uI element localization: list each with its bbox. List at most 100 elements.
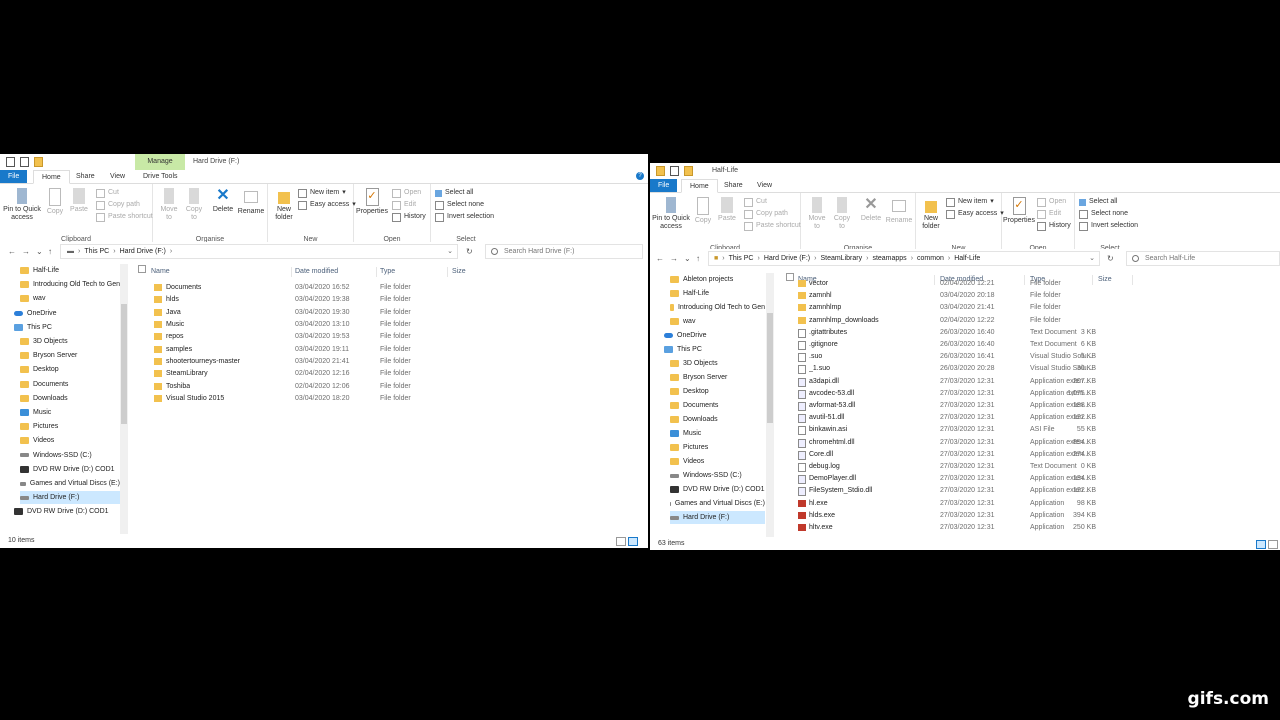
file-row[interactable]: .suo 26/03/2020 16:41 Visual Studio Solu..…	[784, 351, 1278, 363]
nav-item[interactable]: Hard Drive (F:)	[20, 491, 120, 505]
paste-shortcut-button[interactable]: Paste shortcut	[744, 221, 801, 231]
nav-scrollbar[interactable]	[120, 264, 128, 534]
file-row[interactable]: Java 03/04/2020 19:30 File folder	[134, 307, 644, 319]
nav-item[interactable]: Documents	[670, 399, 765, 412]
nav-item[interactable]: Hard Drive (F:)	[670, 511, 765, 524]
nav-item[interactable]: Introducing Old Tech to Gen	[670, 301, 765, 314]
crumb-steamapps[interactable]: steamapps	[872, 252, 906, 265]
new-item-button[interactable]: New item ▾	[298, 188, 346, 198]
tab-share[interactable]: Share	[68, 170, 103, 183]
move-to-button[interactable]: Move to	[157, 188, 181, 222]
file-row[interactable]: Toshiba 02/04/2020 12:06 File folder	[134, 381, 644, 393]
back-arrow-icon[interactable]: ←	[656, 254, 664, 263]
up-arrow-icon[interactable]: ↑	[696, 254, 700, 263]
select-all-checkbox[interactable]	[138, 265, 146, 279]
nav-item[interactable]: Music	[20, 406, 120, 419]
nav-item[interactable]: Bryson Server	[670, 371, 765, 384]
nav-item[interactable]: Introducing Old Tech to Gen	[20, 278, 120, 291]
file-row[interactable]: hltv.exe 27/03/2020 12:31 Application 250 K…	[784, 522, 1278, 534]
back-arrow-icon[interactable]: ←	[8, 247, 16, 256]
cut-button[interactable]: Cut	[744, 197, 767, 207]
nav-item[interactable]: 3D Objects	[670, 357, 765, 370]
file-row[interactable]: repos 03/04/2020 19:53 File folder	[134, 331, 644, 343]
select-all-button[interactable]: Select all	[435, 188, 473, 198]
copy-button[interactable]: Copy	[44, 188, 66, 216]
file-row[interactable]: zamnhlmp 03/04/2020 21:41 File folder	[784, 302, 1278, 314]
rename-button[interactable]: Rename	[885, 197, 913, 225]
file-row[interactable]: Documents 03/04/2020 16:52 File folder	[134, 282, 644, 294]
history-button[interactable]: History	[1037, 221, 1071, 231]
file-row[interactable]: _1.suo 26/03/2020 20:28 Visual Studio Solu…	[784, 363, 1278, 375]
copy-to-button[interactable]: Copy to	[830, 197, 854, 231]
new-item-button[interactable]: New item ▾	[946, 197, 994, 207]
open-button[interactable]: Open	[392, 188, 421, 198]
forward-arrow-icon[interactable]: →	[670, 254, 678, 263]
nav-item[interactable]: Windows-SSD (C:)	[670, 469, 765, 482]
properties-button[interactable]: ✓ Properties	[355, 188, 389, 216]
edit-button[interactable]: Edit	[392, 200, 416, 210]
details-view-icon[interactable]	[616, 537, 626, 546]
nav-scrollbar-thumb[interactable]	[121, 304, 127, 424]
new-folder-button[interactable]: New folder	[918, 197, 944, 231]
nav-item[interactable]: wav	[20, 292, 120, 305]
file-row[interactable]: hlds.exe 27/03/2020 12:31 Application 394 K…	[784, 510, 1278, 522]
nav-item[interactable]: wav	[670, 315, 765, 328]
crumb-steamlibrary[interactable]: SteamLibrary	[820, 252, 862, 265]
nav-item[interactable]: Videos	[670, 455, 765, 468]
select-all-button[interactable]: Select all	[1079, 197, 1117, 207]
nav-item[interactable]: Music	[670, 427, 765, 440]
crumb-this-pc[interactable]: This PC	[84, 245, 109, 258]
file-row[interactable]: zamnhlmp_downloads 02/04/2020 12:22 File f…	[784, 315, 1278, 327]
file-row[interactable]: hl.exe 27/03/2020 12:31 Application 98 KB	[784, 498, 1278, 510]
nav-scrollbar[interactable]	[766, 273, 774, 537]
tab-share[interactable]: Share	[716, 179, 751, 192]
nav-item[interactable]: OneDrive	[14, 307, 120, 320]
refresh-icon[interactable]: ↻	[1107, 254, 1114, 263]
nav-item[interactable]: Games and Virtual Discs (E:)	[670, 497, 765, 510]
nav-item[interactable]: Games and Virtual Discs (E:)	[20, 477, 120, 490]
nav-item[interactable]: Documents	[20, 378, 120, 391]
file-row[interactable]: avformat-53.dll 27/03/2020 12:31 Applicati…	[784, 400, 1278, 412]
tab-file[interactable]: File	[0, 170, 28, 183]
easy-access-button[interactable]: Easy access ▾	[298, 200, 356, 210]
nav-item[interactable]: Pictures	[670, 441, 765, 454]
file-row[interactable]: SteamLibrary 02/04/2020 12:16 File folder	[134, 368, 644, 380]
paste-shortcut-button[interactable]: Paste shortcut	[96, 212, 153, 222]
file-row[interactable]: DemoPlayer.dll 27/03/2020 12:31 Applicatio…	[784, 473, 1278, 485]
nav-item[interactable]: OneDrive	[664, 329, 765, 342]
delete-button[interactable]: ✕ Delete	[210, 188, 236, 214]
nav-item[interactable]: Ableton projects	[670, 273, 765, 286]
column-divider[interactable]	[447, 267, 448, 277]
nav-item[interactable]: DVD RW Drive (D:) COD1	[14, 505, 120, 518]
help-icon[interactable]: ?	[636, 172, 644, 180]
recent-dropdown-icon[interactable]: ⌄	[684, 254, 691, 263]
search-input[interactable]: Search Half-Life	[1126, 251, 1280, 266]
tab-manage[interactable]: Manage	[135, 154, 185, 170]
nav-item[interactable]: This PC	[664, 343, 765, 356]
column-name[interactable]: Name	[151, 265, 170, 279]
pin-button[interactable]: Pin to Quick access	[652, 197, 690, 231]
invert-selection-button[interactable]: Invert selection	[1079, 221, 1138, 231]
file-row[interactable]: FileSystem_Stdio.dll 27/03/2020 12:31 Appl…	[784, 485, 1278, 497]
file-row[interactable]: binkawin.asi 27/03/2020 12:31 ASI File 55 K…	[784, 424, 1278, 436]
file-row[interactable]: .gitattributes 26/03/2020 16:40 Text Docum…	[784, 327, 1278, 339]
crumb-hard-drive[interactable]: Hard Drive (F:)	[120, 245, 166, 258]
file-row[interactable]: Visual Studio 2015 03/04/2020 18:20 File f…	[134, 393, 644, 405]
nav-item[interactable]: Half-Life	[670, 287, 765, 300]
nav-item[interactable]: This PC	[14, 321, 120, 334]
column-date-modified[interactable]: Date modified	[295, 265, 338, 279]
paste-button[interactable]: Paste	[68, 188, 90, 214]
large-icons-view-icon[interactable]	[628, 537, 638, 546]
copy-button[interactable]: Copy	[692, 197, 714, 225]
column-size[interactable]: Size	[452, 265, 466, 279]
invert-selection-button[interactable]: Invert selection	[435, 212, 494, 222]
tab-home[interactable]: Home	[33, 170, 70, 184]
properties-icon[interactable]	[6, 157, 15, 167]
new-folder-icon[interactable]	[684, 166, 693, 176]
forward-arrow-icon[interactable]: →	[22, 247, 30, 256]
move-to-button[interactable]: Move to	[805, 197, 829, 231]
file-row[interactable]: hlds 03/04/2020 19:38 File folder	[134, 294, 644, 306]
properties-button[interactable]: ✓ Properties	[1003, 197, 1035, 225]
nav-item[interactable]: Desktop	[670, 385, 765, 398]
address-bar[interactable]: ▬ › This PC › Hard Drive (F:) › ⌄	[60, 244, 458, 259]
